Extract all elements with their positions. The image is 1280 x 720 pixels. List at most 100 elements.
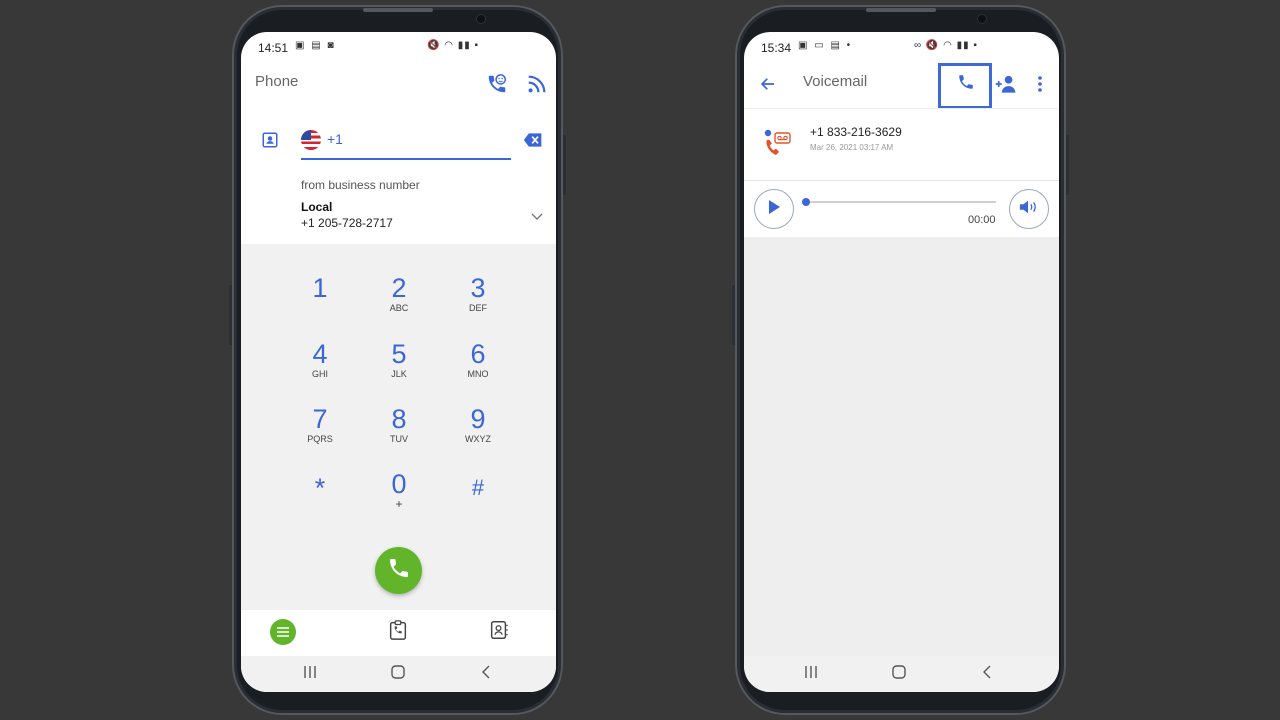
front-camera: [978, 15, 986, 23]
rss-feed-icon[interactable]: [521, 68, 553, 100]
contacts-card-icon[interactable]: [254, 124, 286, 156]
key-letters: TUV: [390, 434, 408, 444]
key-7[interactable]: 7 PQRS: [290, 405, 350, 455]
key-digit: 0: [391, 469, 407, 499]
key-digit: 2: [391, 273, 407, 303]
system-nav-bar: [241, 656, 556, 692]
page-title: Voicemail: [803, 73, 868, 90]
volume-icon: [1019, 199, 1039, 220]
us-flag-icon[interactable]: [301, 130, 321, 150]
key-2[interactable]: 2 ABC: [369, 274, 429, 324]
voicemail-number: +1 833-216-3629: [810, 125, 902, 139]
key-letters: JLK: [391, 369, 407, 379]
key-digit: 7: [312, 404, 328, 434]
status-bar: 14:51 ▣ ▤ ◙ 🔇 ◠ ▮▮ ▪: [241, 32, 556, 60]
contact-book-icon: [488, 619, 510, 646]
back-nav-icon[interactable]: [481, 665, 491, 684]
play-button[interactable]: [754, 189, 794, 229]
voicemail-player: 00:00: [744, 180, 1059, 238]
app-bar: Voicemail: [744, 60, 1059, 109]
number-value: +1 205-728-2717: [301, 216, 393, 230]
phone-frame-left: 14:51 ▣ ▤ ◙ 🔇 ◠ ▮▮ ▪ Phone +1 from busin…: [229, 5, 566, 715]
nav-contacts[interactable]: [484, 617, 514, 647]
key-star[interactable]: *: [290, 474, 350, 524]
highlight-box: [938, 63, 992, 109]
status-time: 14:51: [258, 41, 289, 55]
from-business-label: from business number: [301, 178, 420, 192]
home-icon[interactable]: [892, 665, 906, 684]
more-vert-icon[interactable]: [1024, 68, 1056, 100]
voicemail-datetime: Mar 26, 2021 03:17 AM: [810, 143, 894, 152]
key-letters: +: [395, 497, 403, 511]
key-6[interactable]: 6 MNO: [448, 340, 508, 390]
call-icon: [387, 556, 411, 585]
system-status-icons: 🔇 ◠ ▮▮ ▪: [427, 40, 480, 51]
status-time: 15:34: [761, 41, 792, 55]
key-digit: #: [471, 475, 485, 500]
key-digit: 9: [470, 404, 486, 434]
front-camera: [477, 15, 485, 23]
call-smile-icon[interactable]: [481, 68, 513, 100]
progress-track[interactable]: [802, 198, 996, 206]
key-letters: MNO: [467, 369, 489, 379]
nav-call-history[interactable]: [383, 617, 413, 647]
key-0[interactable]: 0 +: [369, 470, 429, 520]
country-code: +1: [327, 131, 343, 147]
system-status-icons: ∞ 🔇 ◠ ▮▮ ▪: [914, 40, 978, 51]
key-digit: 5: [391, 339, 407, 369]
key-digit: *: [314, 473, 326, 503]
speaker-grille: [362, 8, 433, 12]
key-digit: 1: [312, 273, 328, 303]
phone-screen-right: 15:34 ▣ ▭ ▤ • ∞ 🔇 ◠ ▮▮ ▪ Voicemail +1 83…: [744, 32, 1059, 692]
playback-time: 00:00: [968, 214, 996, 226]
key-1[interactable]: 1: [290, 274, 350, 324]
key-digit: 4: [312, 339, 328, 369]
phone-frame-right: 15:34 ▣ ▭ ▤ • ∞ 🔇 ◠ ▮▮ ▪ Voicemail +1 83…: [732, 5, 1069, 715]
empty-content-area: [744, 237, 1059, 656]
backspace-icon[interactable]: [517, 124, 549, 156]
key-letters: WXYZ: [465, 434, 491, 444]
key-letters: ABC: [389, 303, 409, 313]
volume-button[interactable]: [1009, 189, 1049, 229]
key-hash[interactable]: #: [448, 474, 508, 524]
key-9[interactable]: 9 WXYZ: [448, 405, 508, 455]
app-bar: Phone: [241, 60, 556, 108]
bottom-nav: [241, 610, 556, 656]
key-8[interactable]: 8 TUV: [369, 405, 429, 455]
phone-number-input[interactable]: +1: [301, 128, 511, 160]
key-letters: GHI: [311, 369, 328, 379]
menu-icon: [270, 619, 296, 645]
key-letters: PQRS: [307, 434, 333, 444]
dialer-input-area: +1 from business number Local +1 205-728…: [241, 108, 556, 244]
back-nav-icon[interactable]: [982, 665, 992, 684]
back-arrow-icon[interactable]: [752, 68, 784, 100]
page-title: Phone: [255, 73, 299, 90]
key-digit: 3: [470, 273, 486, 303]
add-contact-icon[interactable]: [990, 68, 1022, 100]
key-5[interactable]: 5 JLK: [369, 340, 429, 390]
call-history-icon: [387, 619, 409, 646]
key-digit: 6: [470, 339, 486, 369]
notification-icons: ▣ ▤ ◙: [295, 40, 336, 51]
speaker-grille: [865, 8, 936, 12]
progress-thumb[interactable]: [802, 198, 810, 206]
recent-apps-icon[interactable]: [303, 665, 317, 684]
key-digit: 8: [391, 404, 407, 434]
call-button[interactable]: [375, 547, 422, 594]
recent-apps-icon[interactable]: [804, 665, 818, 684]
status-bar: 15:34 ▣ ▭ ▤ • ∞ 🔇 ◠ ▮▮ ▪: [744, 32, 1059, 60]
play-icon: [767, 199, 781, 220]
chevron-down-icon: [531, 208, 543, 226]
number-name: Local: [301, 200, 333, 214]
home-icon[interactable]: [391, 665, 405, 684]
notification-icons: ▣ ▭ ▤ •: [798, 40, 853, 51]
nav-dialer[interactable]: [268, 617, 298, 647]
key-4[interactable]: 4 GHI: [290, 340, 350, 390]
system-nav-bar: [744, 656, 1059, 692]
business-number-select[interactable]: Local +1 205-728-2717: [301, 198, 549, 238]
key-3[interactable]: 3 DEF: [448, 274, 508, 324]
voicemail-item[interactable]: +1 833-216-3629 Mar 26, 2021 03:17 AM: [744, 108, 1059, 181]
voicemail-icon: [762, 129, 792, 164]
key-letters: DEF: [469, 303, 487, 313]
phone-screen-left: 14:51 ▣ ▤ ◙ 🔇 ◠ ▮▮ ▪ Phone +1 from busin…: [241, 32, 556, 692]
